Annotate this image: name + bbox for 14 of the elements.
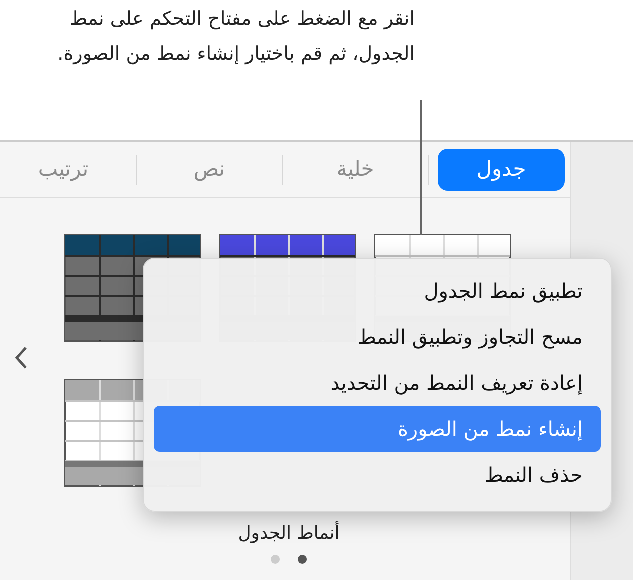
tab[interactable]: ترتيب [0, 148, 127, 190]
menu-item[interactable]: إنشاء نمط من الصورة [154, 406, 601, 452]
menu-item[interactable]: إعادة تعريف النمط من التحديد [154, 360, 601, 406]
menu-item[interactable]: حذف النمط [154, 452, 601, 498]
section-label: أنماط الجدول [237, 520, 341, 546]
page-dot[interactable] [298, 555, 307, 564]
page-dot[interactable] [271, 555, 280, 564]
callout-text: انقر مع الضغط على مفتاح التحكم على نمط الجدول، ثم قم باختيار إنشاء نمط من الصورة. [56, 7, 415, 67]
tab[interactable]: خلية [292, 148, 419, 190]
menu-item[interactable]: تطبيق نمط الجدول [154, 268, 601, 314]
tab[interactable]: جدول [438, 148, 565, 190]
tab[interactable]: نص [146, 148, 273, 190]
menu-item[interactable]: مسح التجاوز وتطبيق النمط [154, 314, 601, 360]
chevron-left-icon[interactable] [14, 346, 30, 370]
